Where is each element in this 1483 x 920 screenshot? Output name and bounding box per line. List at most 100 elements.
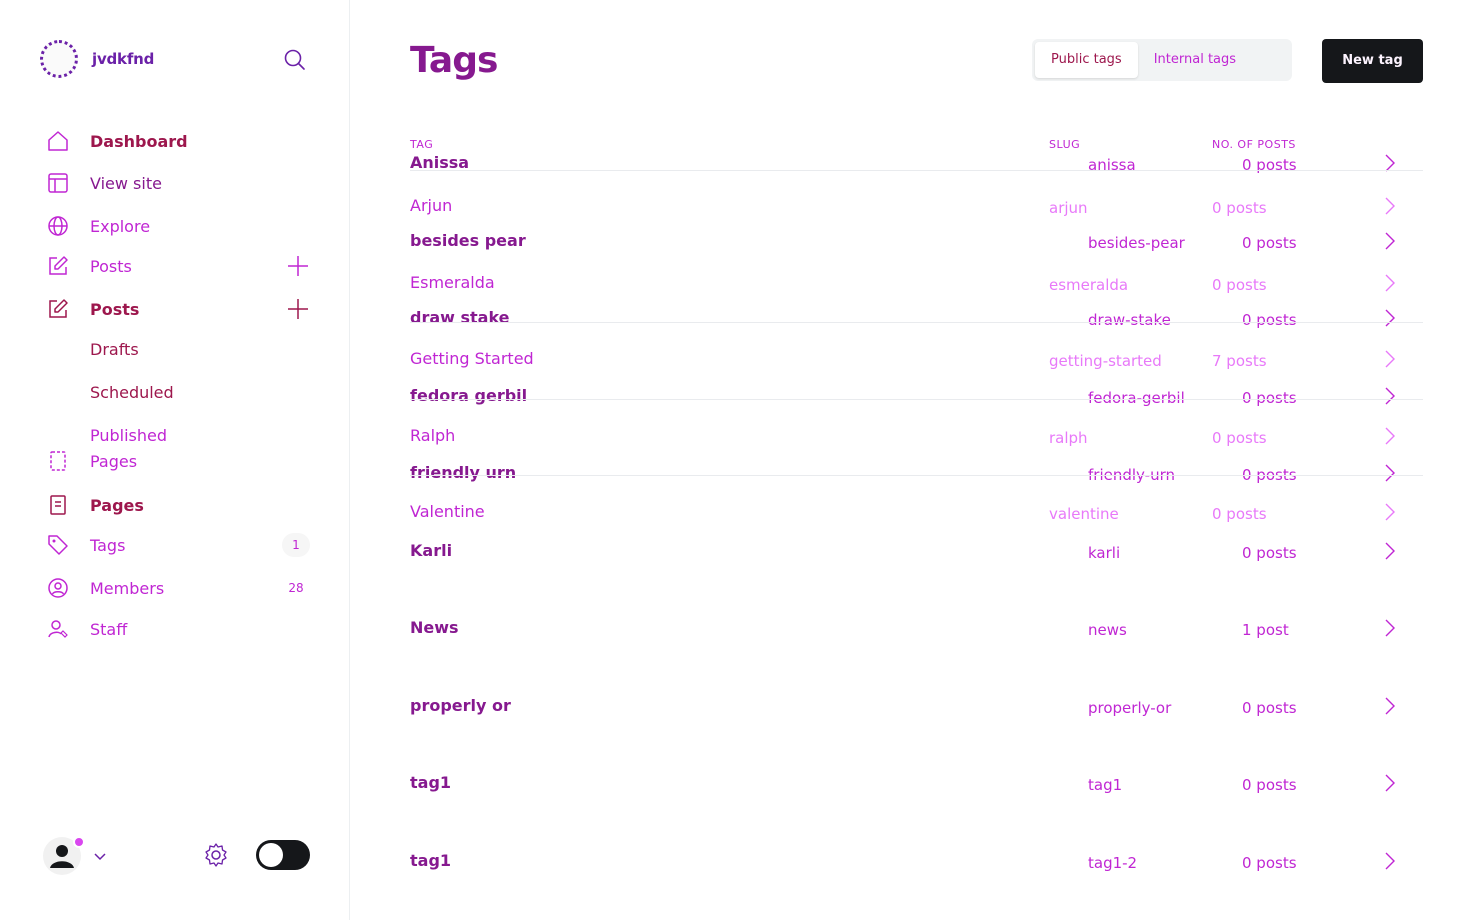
tag-slug: news: [1088, 621, 1127, 639]
tag-name: properly or: [410, 696, 511, 715]
tag-name: Esmeralda: [410, 273, 495, 292]
public-tags-tab[interactable]: Public tags: [1035, 42, 1138, 78]
tag-row[interactable]: Getting Started getting-started 7 posts: [410, 349, 1423, 375]
nav-published[interactable]: Published: [90, 426, 167, 445]
internal-tags-tab[interactable]: Internal tags: [1138, 42, 1252, 78]
tag-slug: draw-stake: [1088, 311, 1171, 329]
tag-post-count[interactable]: 0 posts: [1242, 699, 1297, 717]
chevron-right-icon[interactable]: [1382, 502, 1398, 522]
plus-icon[interactable]: [286, 254, 310, 278]
tag-row[interactable]: besides pear besides-pear 0 posts: [410, 231, 1423, 257]
chevron-right-icon[interactable]: [1382, 308, 1398, 328]
chevron-right-icon[interactable]: [1382, 273, 1398, 293]
nav-drafts[interactable]: Drafts: [90, 340, 139, 359]
tag-slug: ralph: [1049, 429, 1088, 447]
chevron-right-icon[interactable]: [1382, 386, 1398, 406]
tag-row[interactable]: draw stake draw-stake 0 posts: [410, 308, 1423, 334]
tag-post-count[interactable]: 7 posts: [1212, 352, 1267, 370]
tag-row[interactable]: friendly urn friendly-urn 0 posts: [410, 463, 1423, 489]
tag-row[interactable]: tag1 tag1 0 posts: [410, 773, 1423, 799]
tag-post-count[interactable]: 0 posts: [1242, 854, 1297, 872]
tag-post-count[interactable]: 0 posts: [1242, 544, 1297, 562]
nav-pages-active-label: Pages: [90, 495, 144, 515]
nav-pages-active[interactable]: Pages: [46, 493, 316, 517]
tag-name: fedora gerbil: [410, 386, 528, 405]
nav-posts-label: Posts: [90, 256, 132, 276]
plus-icon[interactable]: [286, 297, 310, 321]
tag-post-count[interactable]: 0 posts: [1212, 276, 1267, 294]
toggle-knob: [259, 843, 283, 867]
tag-row[interactable]: Ralph ralph 0 posts: [410, 426, 1423, 452]
nav-view-site[interactable]: View site: [46, 171, 316, 195]
night-shift-toggle[interactable]: [256, 840, 310, 870]
nav-pages-label: Pages: [90, 451, 138, 471]
nav-tags[interactable]: Tags 1: [46, 533, 316, 557]
chevron-right-icon[interactable]: [1382, 851, 1398, 871]
tag-name: tag1: [410, 773, 452, 792]
tag-row[interactable]: Arjun arjun 0 posts: [410, 196, 1423, 222]
tag-post-count[interactable]: 0 posts: [1212, 429, 1267, 447]
chevron-right-icon[interactable]: [1382, 773, 1398, 793]
tag-post-count[interactable]: 0 posts: [1212, 505, 1267, 523]
chevron-down-icon[interactable]: [92, 848, 108, 864]
tag-row[interactable]: fedora gerbil fedora-gerbil 0 posts: [410, 386, 1423, 412]
chevron-right-icon[interactable]: [1382, 696, 1398, 716]
gear-icon[interactable]: [203, 842, 229, 868]
site-brand[interactable]: jvdkfnd: [40, 40, 154, 78]
nav-members[interactable]: Members 28: [46, 576, 316, 600]
tag-row[interactable]: tag1 tag1-2 0 posts: [410, 851, 1423, 877]
new-tag-button[interactable]: New tag: [1322, 39, 1423, 83]
tag-row[interactable]: Karli karli 0 posts: [410, 541, 1423, 567]
nav-posts-active-label: Posts: [90, 299, 140, 319]
column-header-posts: NO. OF POSTS: [1212, 138, 1296, 151]
page-icon: [50, 451, 66, 471]
tag-icon: [48, 535, 68, 555]
tag-post-count[interactable]: 0 posts: [1242, 234, 1297, 252]
nav-tags-label: Tags: [90, 535, 126, 555]
tag-slug: getting-started: [1049, 352, 1162, 370]
tag-post-count[interactable]: 1 post: [1242, 621, 1289, 639]
tag-name: draw stake: [410, 308, 510, 327]
tag-name: Arjun: [410, 196, 453, 215]
chevron-right-icon[interactable]: [1382, 463, 1398, 483]
chevron-right-icon[interactable]: [1382, 618, 1398, 638]
nav-posts-active[interactable]: Posts: [46, 297, 316, 321]
tag-slug: properly-or: [1088, 699, 1172, 717]
nav-members-label: Members: [90, 578, 165, 598]
nav-scheduled[interactable]: Scheduled: [90, 383, 174, 402]
nav-posts[interactable]: Posts: [46, 254, 316, 278]
tag-row[interactable]: properly or properly-or 0 posts: [410, 696, 1423, 722]
tag-name: tag1: [410, 851, 452, 870]
nav-view-site-label: View site: [90, 173, 162, 193]
tag-post-count[interactable]: 0 posts: [1242, 776, 1297, 794]
chevron-right-icon[interactable]: [1382, 231, 1398, 251]
nav-dashboard[interactable]: Dashboard: [46, 129, 316, 153]
tag-name: Karli: [410, 541, 453, 560]
tag-slug: fedora-gerbil: [1088, 389, 1185, 407]
chevron-right-icon[interactable]: [1382, 541, 1398, 561]
tag-slug: valentine: [1049, 505, 1119, 523]
tag-row[interactable]: Valentine valentine 0 posts: [410, 502, 1423, 528]
tag-slug: esmeralda: [1049, 276, 1129, 294]
nav-staff[interactable]: Staff: [46, 617, 316, 641]
tag-slug: besides-pear: [1088, 234, 1185, 252]
chevron-right-icon[interactable]: [1382, 349, 1398, 369]
chevron-right-icon[interactable]: [1382, 196, 1398, 216]
row-divider: [410, 170, 1423, 171]
tag-slug: tag1: [1088, 776, 1123, 794]
tag-post-count[interactable]: 0 posts: [1242, 156, 1297, 174]
tag-row[interactable]: Esmeralda esmeralda 0 posts: [410, 273, 1423, 299]
tag-row[interactable]: News news 1 post: [410, 618, 1423, 644]
chevron-right-icon[interactable]: [1382, 426, 1398, 446]
tag-post-count[interactable]: 0 posts: [1242, 311, 1297, 329]
search-icon[interactable]: [282, 47, 308, 73]
tag-post-count[interactable]: 0 posts: [1212, 199, 1267, 217]
tag-name: Valentine: [410, 502, 485, 521]
tag-slug: anissa: [1088, 156, 1136, 174]
tag-name: Getting Started: [410, 349, 534, 368]
row-divider: [410, 399, 1423, 400]
nav-pages[interactable]: Pages: [46, 449, 316, 473]
tag-post-count[interactable]: 0 posts: [1242, 389, 1297, 407]
nav-explore[interactable]: Explore: [46, 214, 316, 238]
tag-row[interactable]: Anissa anissa 0 posts: [410, 153, 1423, 179]
